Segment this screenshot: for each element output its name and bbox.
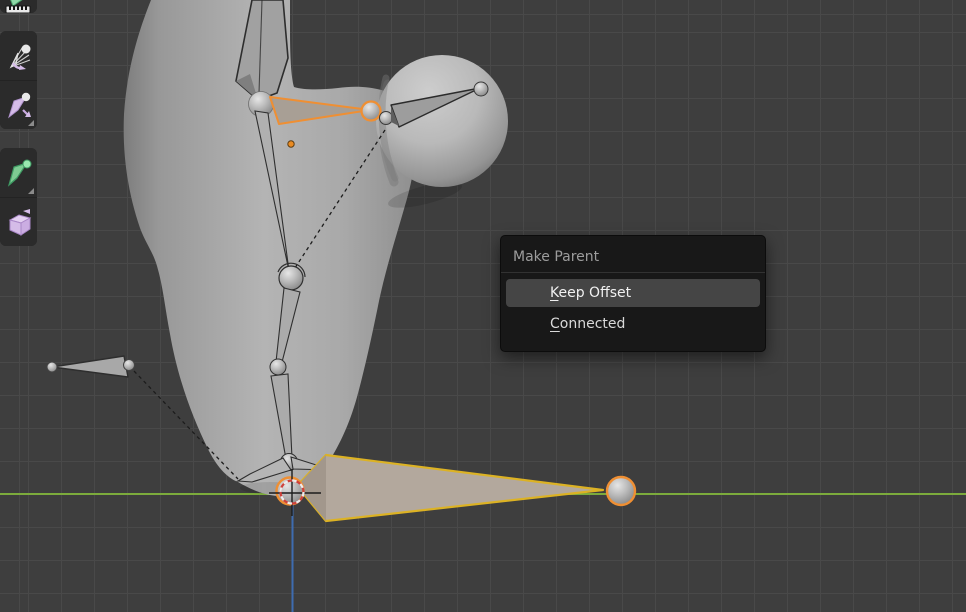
submenu-corner-indicator [28,188,34,194]
menu-separator [501,272,765,273]
left-floating-bone[interactable] [46,355,135,378]
blender-window: Make Parent Keep Offset Connected [0,0,966,612]
viewport-3d[interactable]: Make Parent Keep Offset Connected [0,0,966,612]
bone-envelope-tool-button[interactable] [0,148,37,197]
cube-arrow-icon [8,209,31,236]
menu-title: Make Parent [513,249,600,265]
menu-item-keep-offset[interactable]: Keep Offset [506,279,760,307]
extrude-tool-button[interactable] [0,80,37,129]
make-parent-menu: Make Parent Keep Offset Connected [500,235,766,352]
bone-extrude-icon [7,92,31,119]
selected-bone-tip-ball[interactable] [360,100,382,122]
menu-item-accel: C [550,316,560,332]
measure-tool-button[interactable] [0,0,37,13]
bone-roll-tool-button[interactable] [0,31,37,80]
green-bone-icon [7,159,31,187]
tool-group [0,0,37,13]
ruler-icon [5,0,31,13]
active-bone-tip-ball[interactable] [605,475,637,507]
tool-group [0,31,37,129]
transform-cube-tool-button[interactable] [0,197,37,246]
active-bone[interactable] [275,453,637,523]
menu-item-connected[interactable]: Connected [506,310,760,338]
tool-group [0,148,37,246]
submenu-corner-indicator [28,120,34,126]
scene-3d [0,0,966,612]
menu-item-label: eep Offset [558,285,632,301]
bone-roll-fan-icon [9,44,30,70]
menu-item-label: onnected [559,316,626,332]
object-origin-dot [287,140,295,148]
